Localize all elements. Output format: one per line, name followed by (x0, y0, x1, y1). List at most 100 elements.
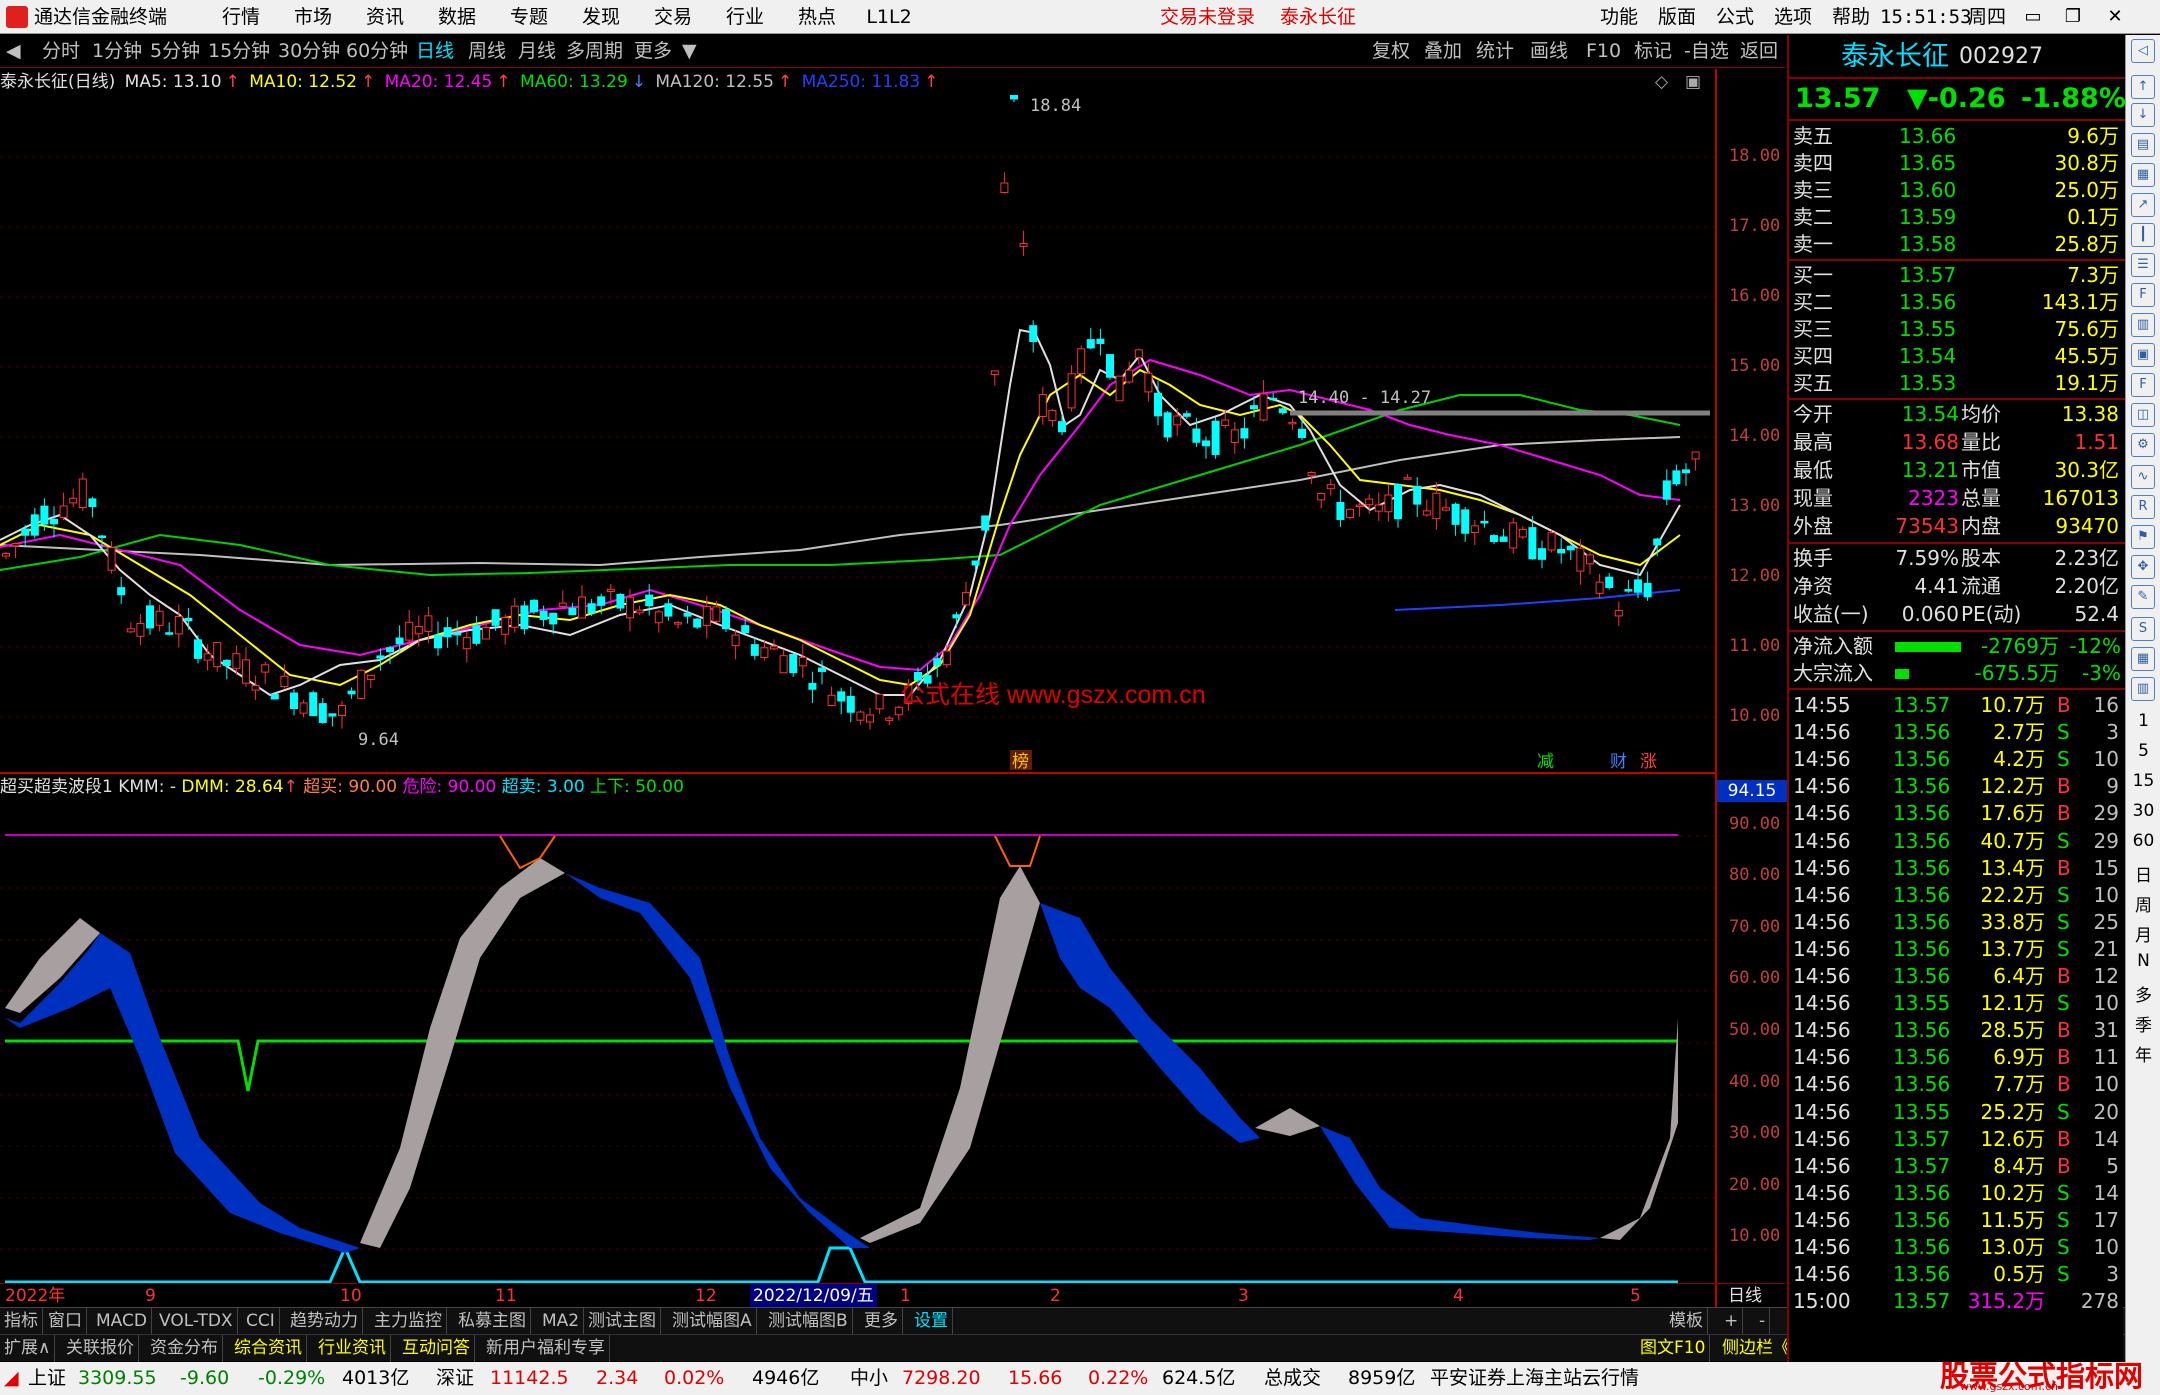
sz-name[interactable]: 深证 (436, 1362, 474, 1395)
tab-5min[interactable]: 5分钟 (150, 35, 200, 68)
tab-more[interactable]: 更多 (634, 35, 672, 68)
candle-icon[interactable]: ┃ (2131, 223, 2155, 247)
tab-simuzhutu[interactable]: 私募主图 (454, 1308, 531, 1335)
collapse-icon[interactable]: ◀ (6, 35, 21, 68)
menu-item-zixun[interactable]: 资讯 (349, 0, 421, 34)
bid-row[interactable]: 买五 13.53 19.1万 (1789, 370, 2125, 397)
flag-icon[interactable]: ⚑ (2131, 525, 2155, 549)
collapse-sidebar-icon[interactable]: ◁ (2131, 39, 2155, 63)
bid-row[interactable]: 买二 13.56 143.1万 (1789, 289, 2125, 316)
tab-zonghezixun[interactable]: 综合资讯 (230, 1335, 307, 1362)
chart-line-icon[interactable]: ↗ (2131, 193, 2155, 217)
table-icon[interactable]: ▦ (2131, 163, 2155, 187)
index-icon[interactable]: ∿ (2131, 465, 2155, 489)
menu-item-shuju[interactable]: 数据 (421, 0, 493, 34)
menu-item-gongneng[interactable]: 功能 (1590, 0, 1648, 34)
period-key[interactable]: 30 (2126, 801, 2160, 821)
template-button[interactable]: 模板 (1665, 1308, 1708, 1335)
rsi-icon[interactable]: R (2131, 495, 2155, 519)
tick-row[interactable]: 14:55 13.57 10.7万 B 16 (1789, 692, 2125, 719)
fs-icon[interactable]: S (2131, 617, 2155, 641)
close-icon[interactable]: ✕ (2100, 4, 2130, 30)
period-key[interactable]: 多 (2126, 981, 2160, 1006)
ask-row[interactable]: 卖三 13.60 25.0万 (1789, 177, 2125, 204)
tick-row[interactable]: 14:56 13.56 33.8万 S 25 (1789, 909, 2125, 936)
tab-ma2[interactable]: MA2 (538, 1308, 585, 1335)
back-button[interactable]: 返回 (1740, 35, 1778, 68)
tab-qushidongli[interactable]: 趋势动力 (286, 1308, 363, 1335)
tick-row[interactable]: 14:56 13.56 10.2万 S 14 (1789, 1180, 2125, 1207)
tab-zijinfenbu[interactable]: 资金分布 (146, 1335, 223, 1362)
zx-name[interactable]: 中小 (850, 1362, 888, 1395)
menu-item-bangzhu[interactable]: 帮助 (1822, 0, 1880, 34)
f2-icon[interactable]: F (2131, 373, 2155, 397)
tab-zhulijiankong[interactable]: 主力监控 (370, 1308, 447, 1335)
grid2-icon[interactable]: ▦ (2131, 647, 2155, 671)
f10-icon[interactable]: F (2131, 283, 2155, 307)
tick-row[interactable]: 14:56 13.56 12.2万 B 9 (1789, 773, 2125, 800)
pencil-icon[interactable]: ✎ (2131, 585, 2155, 609)
expand-icon[interactable]: ◇ (1655, 69, 1668, 95)
tab-ceshifutub[interactable]: 测试幅图B (764, 1308, 853, 1335)
tick-row[interactable]: 15:00 13.57 315.2万 278 (1789, 1288, 2125, 1315)
tick-row[interactable]: 14:56 13.56 13.0万 S 10 (1789, 1234, 2125, 1261)
tick-row[interactable]: 14:56 13.56 13.7万 S 21 (1789, 936, 2125, 963)
ask-row[interactable]: 卖五 13.66 9.6万 (1789, 123, 2125, 150)
sh-name[interactable]: 上证 (28, 1362, 66, 1395)
period-key[interactable]: 月 (2126, 921, 2160, 946)
gear-icon[interactable]: ⚙ (2131, 433, 2155, 457)
menu-item-gongshi[interactable]: 公式 (1706, 0, 1764, 34)
period-key[interactable]: 日 (2126, 861, 2160, 886)
tab-cci[interactable]: CCI (242, 1308, 280, 1335)
period-key[interactable]: 5 (2126, 741, 2160, 761)
news-icon[interactable]: ▣ (2131, 343, 2155, 367)
tab-kuozhan[interactable]: 扩展∧ (0, 1335, 56, 1362)
tick-row[interactable]: 14:56 13.56 22.2万 S 10 (1789, 882, 2125, 909)
tab-1min[interactable]: 1分钟 (92, 35, 142, 68)
tick-row[interactable]: 14:56 13.56 40.7万 S 29 (1789, 828, 2125, 855)
period-key[interactable]: 1 (2126, 711, 2160, 731)
tick-row[interactable]: 14:56 13.56 7.7万 B 10 (1789, 1071, 2125, 1098)
tab-zhibiao[interactable]: 指标 (0, 1308, 43, 1335)
menu-item-xuanxiang[interactable]: 选项 (1764, 0, 1822, 34)
hollow-icon[interactable]: ◫ (2131, 403, 2155, 427)
tab-hudongwenda[interactable]: 互动问答 (398, 1335, 475, 1362)
restore-icon[interactable]: ❐ (2058, 4, 2088, 30)
tab-xinyonghu[interactable]: 新用户福利专享 (482, 1335, 610, 1362)
tick-row[interactable]: 14:56 13.57 8.4万 B 5 (1789, 1153, 2125, 1180)
tab-ceshifutua[interactable]: 测试幅图A (668, 1308, 757, 1335)
period-key[interactable]: 季 (2126, 1011, 2160, 1036)
tick-row[interactable]: 14:56 13.56 28.5万 B 31 (1789, 1017, 2125, 1044)
menu-item-shichang[interactable]: 市场 (277, 0, 349, 34)
tab-ceshizhutu[interactable]: 测试主图 (584, 1308, 661, 1335)
tab-monthly[interactable]: 月线 (518, 35, 556, 68)
tab-multi-period[interactable]: 多周期 (566, 35, 623, 68)
login-status[interactable]: 交易未登录 (1160, 0, 1255, 34)
ask-row[interactable]: 卖一 13.58 25.8万 (1789, 231, 2125, 258)
tab-vol-tdx[interactable]: VOL-TDX (155, 1308, 238, 1335)
bid-row[interactable]: 买四 13.54 45.5万 (1789, 343, 2125, 370)
menu-item-banmian[interactable]: 版面 (1648, 0, 1706, 34)
menu-item-l1l2[interactable]: L1L2 (853, 0, 925, 34)
tab-daily[interactable]: 日线 (416, 35, 454, 68)
period-key[interactable]: 周 (2126, 891, 2160, 916)
bid-row[interactable]: 买一 13.57 7.3万 (1789, 262, 2125, 289)
candlestick-chart[interactable]: 18.84 9.64 14.40 - 14.27 公式在线 www.gszx.c… (0, 95, 1715, 770)
menu-item-faxian[interactable]: 发现 (565, 0, 637, 34)
remove-button[interactable]: - (1755, 1308, 1771, 1335)
window-close-icon[interactable]: ▣ (1685, 69, 1701, 95)
ask-row[interactable]: 卖四 13.65 30.8万 (1789, 150, 2125, 177)
tab-guanlianbaojia[interactable]: 关联报价 (62, 1335, 139, 1362)
menu-item-jiaoyi[interactable]: 交易 (637, 0, 709, 34)
tick-row[interactable]: 14:56 13.56 0.5万 S 3 (1789, 1261, 2125, 1288)
document-icon[interactable]: ▤ (2131, 133, 2155, 157)
tab-60min[interactable]: 60分钟 (346, 35, 408, 68)
huaxian-button[interactable]: 画线 (1530, 35, 1568, 68)
diejia-button[interactable]: 叠加 (1424, 35, 1462, 68)
tick-row[interactable]: 14:56 13.57 12.6万 B 14 (1789, 1126, 2125, 1153)
tick-row[interactable]: 14:56 13.55 12.1万 S 10 (1789, 990, 2125, 1017)
period-key[interactable]: 15 (2126, 771, 2160, 791)
more-dropdown-icon[interactable]: ▼ (682, 35, 697, 68)
tab-hangyezixun[interactable]: 行业资讯 (314, 1335, 391, 1362)
list-icon[interactable]: ☰ (2131, 253, 2155, 277)
